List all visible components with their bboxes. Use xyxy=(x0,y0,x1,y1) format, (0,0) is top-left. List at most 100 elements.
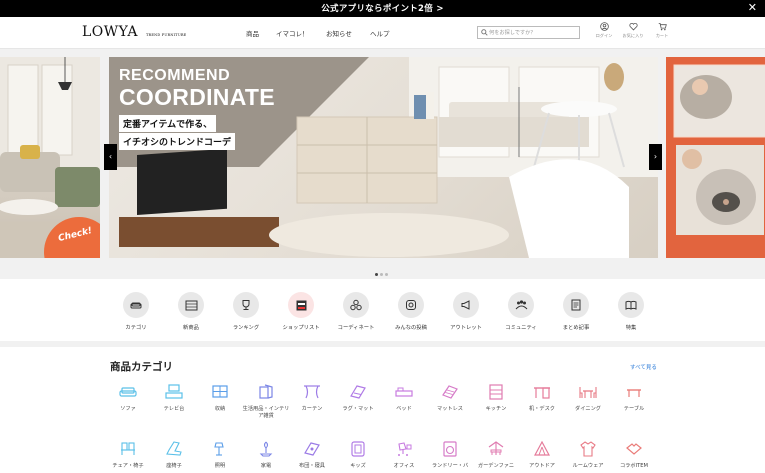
trophy-icon xyxy=(242,300,250,310)
category-roomwear[interactable]: ルームウェア xyxy=(564,441,612,470)
hero-carousel[interactable]: Check! RECOMMEND COORDINATE 定番アイテムで作る、 イ… xyxy=(0,57,765,258)
hero-tagline-2: イチオシのトレンドコーデ xyxy=(119,133,236,150)
category-label: キッズ xyxy=(350,463,366,469)
nav-help[interactable]: ヘルプ xyxy=(370,28,390,38)
category-label: ダイニング xyxy=(575,406,601,412)
category-label: カーテン xyxy=(301,406,323,412)
nav-imacore[interactable]: イマコレ！ xyxy=(276,28,309,38)
hero-tagline-1: 定番アイテムで作る、 xyxy=(119,115,217,132)
rug-icon xyxy=(350,385,366,399)
quicknav-new[interactable]: 新商品 xyxy=(161,292,221,331)
close-icon[interactable]: ✕ xyxy=(748,1,757,15)
category-garden[interactable]: ガーデンファニ xyxy=(472,441,520,470)
nav-news[interactable]: お知らせ xyxy=(326,28,352,38)
app-promo-text[interactable]: 公式アプリならポイント2倍 > xyxy=(0,2,765,14)
favorites-label: お気に入り xyxy=(622,33,644,38)
quicknav-feature[interactable]: 特集 xyxy=(601,292,661,331)
category-collab[interactable]: コラボITEM xyxy=(610,441,658,470)
quicknav-ranking[interactable]: ランキング xyxy=(216,292,276,331)
quicknav-label: アウトレット xyxy=(450,325,482,331)
category-futon[interactable]: 布団・寝具 xyxy=(288,441,336,470)
category-office[interactable]: オフィス xyxy=(380,441,428,470)
category-appliance[interactable]: 家電 xyxy=(242,441,290,470)
user-icon xyxy=(599,22,609,31)
app-promo-bar[interactable]: 公式アプリならポイント2倍 > ✕ xyxy=(0,0,765,17)
cart-button[interactable]: カート xyxy=(649,22,675,39)
search-box[interactable]: 何をお探しですか？ xyxy=(477,26,580,39)
carousel-dot-3[interactable] xyxy=(385,273,388,276)
category-section: 商品カテゴリ すべて見る ソファ テレビ台 収納 生活用品・インテリア雑貨 カー… xyxy=(0,347,765,473)
cart-label: カート xyxy=(655,33,669,38)
category-mattress[interactable]: マットレス xyxy=(426,384,474,413)
quick-nav: カテゴリ 新商品 ランキング ショップリスト コーディネート みんなの投稿 アウ… xyxy=(0,279,765,341)
category-label: 座椅子 xyxy=(166,463,182,469)
category-lighting[interactable]: 照明 xyxy=(196,441,244,470)
quicknav-articles[interactable]: まとめ記事 xyxy=(546,292,606,331)
cart-icon xyxy=(658,22,667,31)
category-chair[interactable]: チェア・椅子 xyxy=(104,441,152,470)
shop-icon xyxy=(296,300,306,310)
banner-next-slide[interactable] xyxy=(666,57,765,258)
category-dining[interactable]: ダイニング xyxy=(564,384,612,413)
category-outdoor[interactable]: アウトドア xyxy=(518,441,566,470)
quicknav-coordinate[interactable]: コーディネート xyxy=(326,292,386,331)
tv-stand-icon xyxy=(165,384,183,399)
quicknav-outlet[interactable]: アウトレット xyxy=(436,292,496,331)
category-table[interactable]: テーブル xyxy=(610,384,658,413)
quicknav-posts[interactable]: みんなの投稿 xyxy=(381,292,441,331)
sofa-icon xyxy=(119,387,137,397)
category-rug[interactable]: ラグ・マット xyxy=(334,384,382,413)
search-icon xyxy=(481,29,488,36)
carousel-dot-1[interactable] xyxy=(375,273,378,276)
category-label: ランドリー・バ xyxy=(431,463,469,469)
see-all-link[interactable]: すべて見る xyxy=(630,363,657,371)
category-label: ベッド xyxy=(396,406,412,412)
quicknav-label: ショップリスト xyxy=(282,325,320,331)
instagram-icon xyxy=(406,300,416,310)
quicknav-label: コーディネート xyxy=(337,325,375,331)
search-input[interactable]: 何をお探しですか？ xyxy=(489,29,536,36)
category-desk[interactable]: 机・デスク xyxy=(518,384,566,413)
category-sofa[interactable]: ソファ xyxy=(104,384,152,413)
category-tv-stand[interactable]: テレビ台 xyxy=(150,384,198,413)
book-icon xyxy=(625,300,637,310)
category-curtain[interactable]: カーテン xyxy=(288,384,336,413)
category-kitchen[interactable]: キッチン xyxy=(472,384,520,413)
login-button[interactable]: ログイン xyxy=(591,22,617,39)
category-label: マットレス xyxy=(437,406,463,412)
category-storage[interactable]: 収納 xyxy=(196,384,244,413)
bed-icon xyxy=(395,387,413,397)
site-header: LOWYA TREND FURNITURE 商品 イマコレ！ お知らせ ヘルプ … xyxy=(0,17,765,49)
quicknav-community[interactable]: コミュニティ xyxy=(491,292,551,331)
category-floor-chair[interactable]: 座椅子 xyxy=(150,441,198,470)
favorites-button[interactable]: お気に入り xyxy=(620,22,646,39)
quicknav-label: ランキング xyxy=(232,325,260,331)
quicknav-shoplist[interactable]: ショップリスト xyxy=(271,292,331,331)
carousel-next-button[interactable]: › xyxy=(649,144,662,170)
roomwear-icon xyxy=(580,441,596,457)
category-label: アウトドア xyxy=(529,463,555,469)
main-banner[interactable]: RECOMMEND COORDINATE 定番アイテムで作る、 イチオシのトレン… xyxy=(109,57,658,258)
desk-icon xyxy=(534,387,550,399)
blanket-illustration xyxy=(673,64,765,235)
category-bed[interactable]: ベッド xyxy=(380,384,428,413)
category-label: チェア・椅子 xyxy=(112,463,144,469)
logo[interactable]: LOWYA xyxy=(82,24,138,40)
category-laundry[interactable]: ランドリー・バ xyxy=(426,441,474,470)
category-kids[interactable]: キッズ xyxy=(334,441,382,470)
floor-chair-icon xyxy=(166,441,182,456)
storage-icon xyxy=(212,385,228,398)
banner-prev-slide[interactable]: Check! xyxy=(0,57,100,258)
carousel-prev-button[interactable]: ‹ xyxy=(104,144,117,170)
category-goods[interactable]: 生活用品・インテリア雑貨 xyxy=(242,384,290,420)
dining-icon xyxy=(579,387,597,398)
lamp-icon xyxy=(214,442,224,456)
category-label: ガーデンファニ xyxy=(477,463,515,469)
new-icon xyxy=(185,300,197,310)
category-label: 収納 xyxy=(214,406,226,412)
quicknav-label: 特集 xyxy=(625,325,637,331)
carousel-dot-2[interactable] xyxy=(380,273,383,276)
category-label: 机・デスク xyxy=(529,406,555,412)
quicknav-category[interactable]: カテゴリ xyxy=(106,292,166,331)
nav-products[interactable]: 商品 xyxy=(246,28,259,38)
